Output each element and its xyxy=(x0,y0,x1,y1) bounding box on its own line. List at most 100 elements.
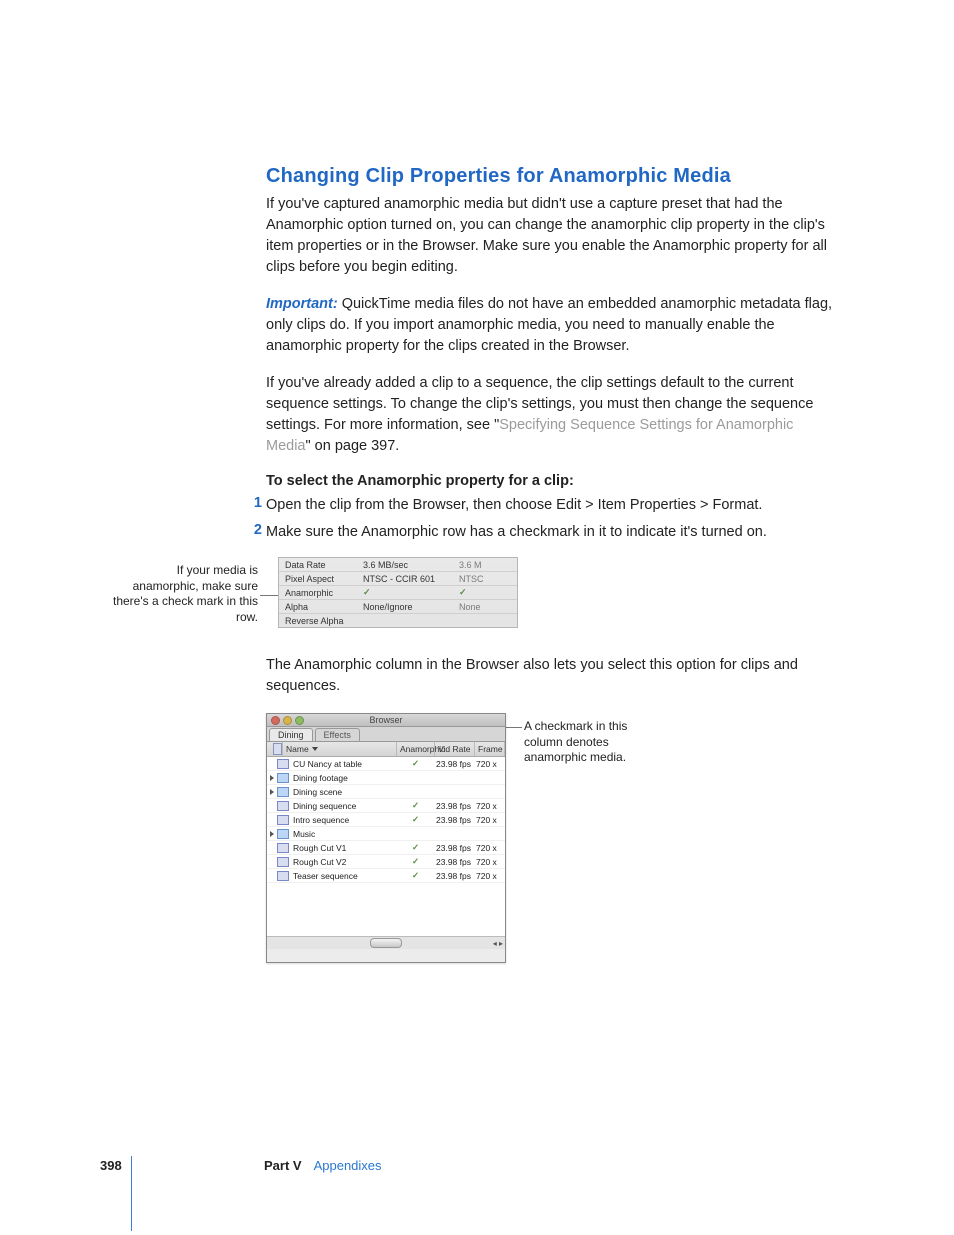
frame-size: 720 x xyxy=(473,871,503,881)
folder-icon xyxy=(277,829,289,839)
browser-row[interactable]: CU Nancy at table ✓ 23.98 fps 720 x xyxy=(267,757,505,771)
window-titlebar[interactable]: Browser xyxy=(267,714,505,727)
clip-name: Dining footage xyxy=(293,773,348,783)
horizontal-scrollbar[interactable]: ◂ ▸ xyxy=(267,936,505,949)
step-number: 1 xyxy=(248,495,262,511)
checkmark-icon: ✓ xyxy=(363,587,459,598)
clip-icon xyxy=(277,801,289,811)
property-label: Alpha xyxy=(279,602,363,612)
section-heading: Changing Clip Properties for Anamorphic … xyxy=(266,165,834,188)
step-1: 1 Open the clip from the Browser, then c… xyxy=(266,495,834,516)
property-value-2: NTSC xyxy=(459,574,517,584)
vid-rate: 23.98 fps xyxy=(433,843,473,853)
clip-icon xyxy=(277,843,289,853)
step-text: Open the clip from the Browser, then cho… xyxy=(266,495,762,516)
task-heading: To select the Anamorphic property for a … xyxy=(266,473,834,489)
browser-body: CU Nancy at table ✓ 23.98 fps 720 x Dini… xyxy=(267,757,505,949)
frame-size: 720 x xyxy=(473,843,503,853)
property-value-2: None xyxy=(459,602,517,612)
browser-row[interactable]: Intro sequence ✓ 23.98 fps 720 x xyxy=(267,813,505,827)
browser-row[interactable]: Rough Cut V1 ✓ 23.98 fps 720 x xyxy=(267,841,505,855)
tab-effects[interactable]: Effects xyxy=(315,728,360,741)
para3-tail: " on page 397. xyxy=(306,438,400,454)
column-header-frame[interactable]: Frame xyxy=(475,742,505,756)
checkmark-icon: ✓ xyxy=(395,870,433,881)
page-footer: 398 Part V Appendixes xyxy=(100,1158,382,1173)
important-label: Important: xyxy=(266,296,338,312)
column-header-anamorphic[interactable]: Anamorphic xyxy=(397,742,435,756)
browser-row[interactable]: Dining footage xyxy=(267,771,505,785)
property-row: Alpha None/Ignore None xyxy=(279,600,517,614)
browser-row[interactable]: Dining scene xyxy=(267,785,505,799)
step-number: 2 xyxy=(248,522,262,538)
browser-row[interactable]: Dining sequence ✓ 23.98 fps 720 x xyxy=(267,799,505,813)
bin-icon xyxy=(273,743,282,755)
important-text: QuickTime media files do not have an emb… xyxy=(266,296,832,354)
callout-leader-line xyxy=(506,727,522,728)
disclosure-triangle-icon[interactable] xyxy=(270,775,274,781)
frame-size: 720 x xyxy=(473,801,503,811)
clip-icon xyxy=(277,759,289,769)
disclosure-triangle-icon[interactable] xyxy=(270,789,274,795)
vid-rate: 23.98 fps xyxy=(433,871,473,881)
property-row: Reverse Alpha xyxy=(279,614,517,627)
column-header-name[interactable]: Name xyxy=(283,742,397,756)
clip-name: Music xyxy=(293,829,315,839)
clip-name: Rough Cut V1 xyxy=(293,843,346,853)
item-properties-table: Data Rate 3.6 MB/sec 3.6 M Pixel Aspect … xyxy=(278,557,518,628)
clip-name: CU Nancy at table xyxy=(293,759,362,769)
property-value: NTSC - CCIR 601 xyxy=(363,574,459,584)
browser-tabs: Dining Effects xyxy=(267,727,505,742)
property-value: None/Ignore xyxy=(363,602,459,612)
disclosure-triangle-icon[interactable] xyxy=(270,831,274,837)
callout-leader-line xyxy=(260,595,278,596)
item-properties-figure: If your media is anamorphic, make sure t… xyxy=(266,557,834,637)
callout-anamorphic-column: A checkmark in this column denotes anamo… xyxy=(524,719,644,766)
property-value: 3.6 MB/sec xyxy=(363,560,459,570)
column-header-vidrate[interactable]: Vid Rate xyxy=(435,742,475,756)
property-row: Data Rate 3.6 MB/sec 3.6 M xyxy=(279,558,517,572)
checkmark-icon: ✓ xyxy=(395,856,433,867)
browser-row[interactable]: Teaser sequence ✓ 23.98 fps 720 x xyxy=(267,869,505,883)
browser-window: Browser Dining Effects Name Anamorphic V… xyxy=(266,713,506,963)
scrollbar-thumb[interactable] xyxy=(370,938,402,948)
property-value-2: 3.6 M xyxy=(459,560,517,570)
clip-icon xyxy=(277,815,289,825)
part-label: Part V xyxy=(264,1158,302,1173)
frame-size: 720 x xyxy=(473,857,503,867)
tab-dining[interactable]: Dining xyxy=(269,728,313,741)
paragraph-intro: If you've captured anamorphic media but … xyxy=(266,194,834,278)
property-label: Anamorphic xyxy=(279,588,363,598)
browser-figure: A checkmark in this column denotes anamo… xyxy=(266,713,834,973)
clip-name: Dining scene xyxy=(293,787,342,797)
scroll-arrows-icon[interactable]: ◂ ▸ xyxy=(493,939,503,948)
vid-rate: 23.98 fps xyxy=(433,801,473,811)
clip-name: Dining sequence xyxy=(293,801,356,811)
vid-rate: 23.98 fps xyxy=(433,759,473,769)
folder-icon xyxy=(277,773,289,783)
property-label: Reverse Alpha xyxy=(279,616,363,626)
paragraph-after-props: The Anamorphic column in the Browser als… xyxy=(266,655,834,697)
paragraph-important: Important: QuickTime media files do not … xyxy=(266,294,834,357)
paragraph-xref: If you've already added a clip to a sequ… xyxy=(266,373,834,457)
clip-icon xyxy=(277,871,289,881)
checkmark-icon: ✓ xyxy=(395,842,433,853)
sort-indicator-icon xyxy=(312,747,318,751)
clip-name: Intro sequence xyxy=(293,815,349,825)
frame-size: 720 x xyxy=(473,759,503,769)
checkmark-icon: ✓ xyxy=(459,587,517,598)
clip-icon xyxy=(277,857,289,867)
step-2: 2 Make sure the Anamorphic row has a che… xyxy=(266,522,834,543)
browser-row[interactable]: Rough Cut V2 ✓ 23.98 fps 720 x xyxy=(267,855,505,869)
checkmark-icon: ✓ xyxy=(395,814,433,825)
folder-icon xyxy=(277,787,289,797)
section-label: Appendixes xyxy=(314,1158,382,1173)
checkmark-icon: ✓ xyxy=(395,800,433,811)
clip-name: Teaser sequence xyxy=(293,871,358,881)
step-text: Make sure the Anamorphic row has a check… xyxy=(266,522,767,543)
window-title: Browser xyxy=(267,715,505,725)
property-label: Pixel Aspect xyxy=(279,574,363,584)
page-number: 398 xyxy=(100,1158,140,1173)
clip-name: Rough Cut V2 xyxy=(293,857,346,867)
browser-row[interactable]: Music xyxy=(267,827,505,841)
